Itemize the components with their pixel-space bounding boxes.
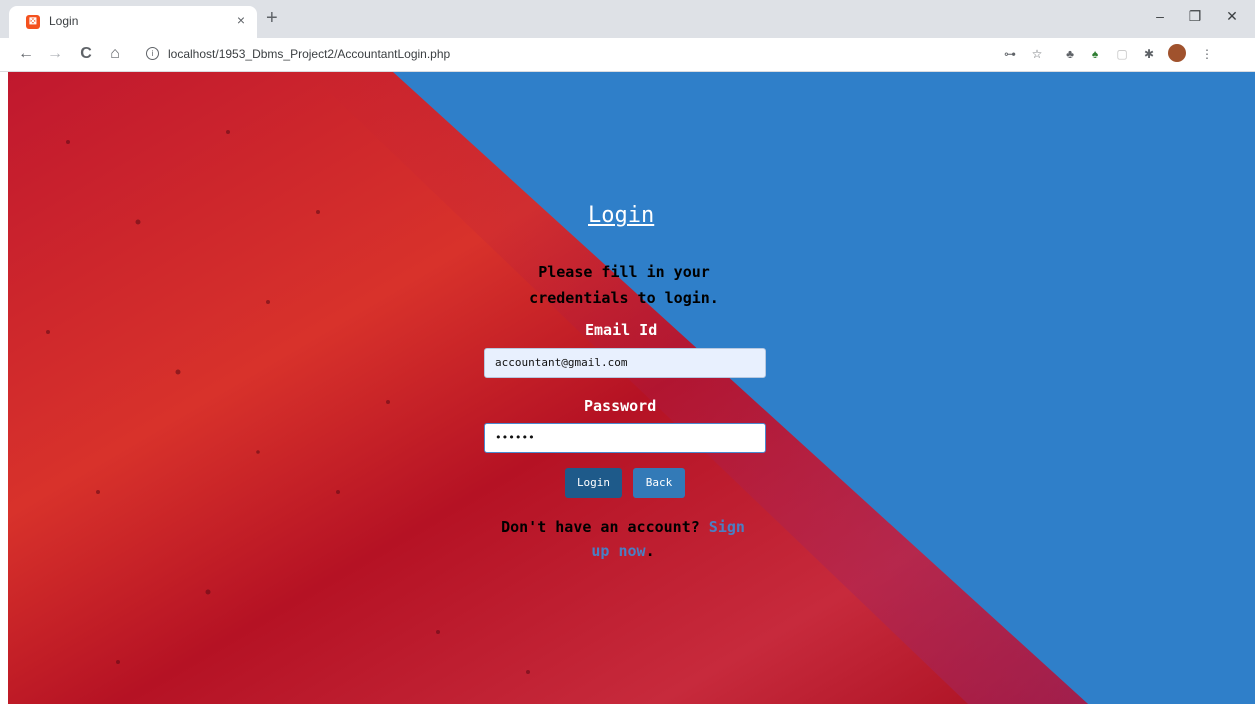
email-label: Email Id (585, 321, 658, 339)
puzzle-icon[interactable]: ✱ (1142, 47, 1156, 61)
reload-icon[interactable]: C (77, 45, 95, 63)
browser-tab[interactable]: ⊠ Login × (9, 6, 257, 38)
signup-prefix: Don't have an account? (501, 518, 709, 536)
back-button[interactable]: Back (633, 468, 685, 498)
tab-title: Login (49, 14, 79, 28)
tab-close-icon[interactable]: × (237, 12, 245, 28)
back-arrow-icon[interactable]: ← (17, 45, 35, 63)
login-form: Login Please fill in your credentials to… (8, 72, 1255, 704)
forward-arrow-icon[interactable]: → (46, 45, 64, 63)
key-icon[interactable]: ⊶ (1003, 47, 1017, 61)
signup-prompt: Don't have an account? Sign up now. (488, 515, 758, 563)
restore-icon[interactable]: ❐ (1185, 8, 1205, 25)
login-button[interactable]: Login (565, 468, 622, 498)
password-label: Password (584, 397, 657, 415)
password-field[interactable]: •••••• (484, 423, 766, 453)
tab-strip: ⊠ Login × + – ❐ ✕ (0, 0, 1255, 38)
close-window-icon[interactable]: ✕ (1222, 8, 1242, 25)
menu-icon[interactable]: ⋮ (1200, 47, 1214, 61)
address-bar[interactable]: localhost/1953_Dbms_Project2/AccountantL… (168, 47, 450, 61)
extension-icon[interactable]: ♣ (1063, 47, 1077, 61)
minimize-icon[interactable]: – (1150, 8, 1170, 24)
new-tab-icon[interactable]: + (266, 7, 278, 29)
avatar-icon[interactable] (1168, 44, 1186, 62)
extension-icon[interactable]: ▢ (1115, 47, 1129, 61)
star-icon[interactable]: ☆ (1030, 47, 1044, 61)
home-icon[interactable]: ⌂ (106, 45, 124, 63)
page-viewport: Login Please fill in your credentials to… (8, 72, 1255, 704)
browser-toolbar: ← → C ⌂ i localhost/1953_Dbms_Project2/A… (0, 38, 1255, 72)
email-field[interactable]: accountant@gmail.com (484, 348, 766, 378)
login-instructions: Please fill in your credentials to login… (529, 263, 719, 307)
extension-icon[interactable]: ♠ (1088, 47, 1102, 61)
info-icon[interactable]: i (146, 47, 159, 60)
signup-suffix: . (645, 542, 655, 560)
xampp-favicon-icon: ⊠ (26, 15, 40, 29)
page-title: Login (588, 203, 655, 228)
